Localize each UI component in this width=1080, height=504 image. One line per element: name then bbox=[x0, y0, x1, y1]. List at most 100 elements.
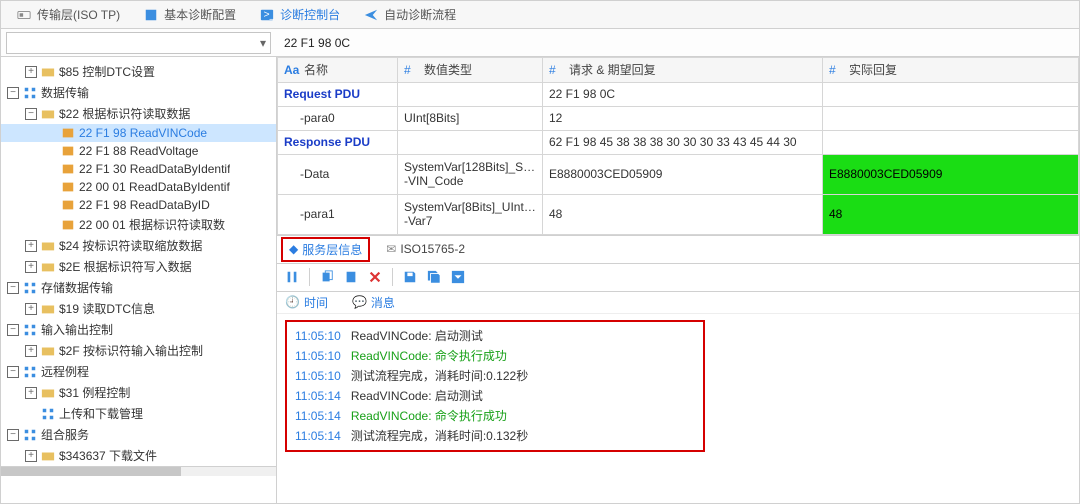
log-line[interactable]: 11:05:10 ReadVINCode: 命令执行成功 bbox=[295, 346, 695, 366]
tree-scrollbar-h[interactable] bbox=[1, 466, 276, 476]
tree-node-19[interactable]: +$19 读取DTC信息 bbox=[1, 298, 276, 319]
col-type[interactable]: #数值类型 bbox=[398, 58, 543, 83]
send-icon bbox=[364, 8, 378, 22]
tree-node-store[interactable]: −存储数据传输 bbox=[1, 277, 276, 298]
tab-transport[interactable]: 传输层(ISO TP) bbox=[5, 1, 132, 28]
folder-icon bbox=[41, 65, 55, 79]
tab-label: 传输层(ISO TP) bbox=[37, 6, 120, 23]
clock-icon: 🕘 bbox=[285, 295, 300, 309]
paste-button[interactable] bbox=[340, 266, 362, 288]
tree-node-voltage[interactable]: 22 F1 88 ReadVoltage bbox=[1, 142, 276, 160]
tree-node-byid-cn[interactable]: 22 00 01 根据标识符读取数 bbox=[1, 214, 276, 235]
folder-icon bbox=[41, 449, 55, 463]
tab-diag-console[interactable]: >_ 诊断控制台 bbox=[248, 1, 352, 28]
item-icon bbox=[61, 218, 75, 232]
col-name[interactable]: Aa名称 bbox=[278, 58, 398, 83]
pdu-table: Aa名称 #数值类型 #请求 & 期望回复 #实际回复 Request PDU2… bbox=[277, 57, 1079, 235]
log-line[interactable]: 11:05:10 ReadVINCode: 启动测试 bbox=[295, 326, 695, 346]
tree-label: 22 F1 98 ReadDataByID bbox=[79, 198, 210, 212]
num-icon: # bbox=[549, 63, 565, 79]
tree-label: $22 根据标识符读取数据 bbox=[59, 105, 190, 122]
module-icon bbox=[23, 365, 37, 379]
tree-node-dlfile[interactable]: +$343637 下载文件 bbox=[1, 445, 276, 466]
log-line[interactable]: 11:05:14 ReadVINCode: 命令执行成功 bbox=[295, 406, 695, 426]
tab-label: 诊断控制台 bbox=[280, 6, 340, 23]
dropdown-button[interactable] bbox=[447, 266, 469, 288]
chevron-down-icon: ▾ bbox=[260, 36, 266, 50]
tree-label: 22 F1 88 ReadVoltage bbox=[79, 144, 198, 158]
service-tree[interactable]: +$85 控制DTC设置 −数据传输 −$22 根据标识符读取数据 22 F1 … bbox=[1, 57, 277, 503]
log-output[interactable]: 11:05:10 ReadVINCode: 启动测试11:05:10 ReadV… bbox=[277, 314, 1079, 503]
subtab-iso15765[interactable]: ✉ISO15765-2 bbox=[380, 240, 471, 258]
tree-node-rdbi-2[interactable]: 22 00 01 ReadDataByIdentif bbox=[1, 178, 276, 196]
tree-node-rdbi-1[interactable]: 22 F1 30 ReadDataByIdentif bbox=[1, 160, 276, 178]
command-select[interactable]: ▾ bbox=[6, 32, 271, 54]
tree-node-remote[interactable]: −远程例程 bbox=[1, 361, 276, 382]
tree-node-updown[interactable]: 上传和下载管理 bbox=[1, 403, 276, 424]
log-col-msg: 消息 bbox=[371, 294, 395, 311]
module-icon bbox=[23, 281, 37, 295]
message-icon: 💬 bbox=[352, 295, 367, 309]
config-icon bbox=[144, 8, 158, 22]
row-request-pdu[interactable]: Request PDU22 F1 98 0C bbox=[278, 82, 1079, 106]
mail-icon: ✉ bbox=[386, 242, 396, 256]
delete-button[interactable] bbox=[364, 266, 386, 288]
tree-label: 22 F1 30 ReadDataByIdentif bbox=[79, 162, 230, 176]
module-icon bbox=[23, 86, 37, 100]
tree-label: 远程例程 bbox=[41, 363, 89, 380]
tree-node-vin-code[interactable]: 22 F1 98 ReadVINCode bbox=[1, 124, 276, 142]
tree-label: $343637 下载文件 bbox=[59, 447, 157, 464]
row-response-pdu[interactable]: Response PDU62 F1 98 45 38 38 38 30 30 3… bbox=[278, 130, 1079, 154]
col-req[interactable]: #请求 & 期望回复 bbox=[543, 58, 823, 83]
tree-label: $19 读取DTC信息 bbox=[59, 300, 155, 317]
tab-auto-diag[interactable]: 自动诊断流程 bbox=[352, 1, 468, 28]
item-icon bbox=[61, 162, 75, 176]
tree-node-byid[interactable]: 22 F1 98 ReadDataByID bbox=[1, 196, 276, 214]
tree-node-31[interactable]: +$31 例程控制 bbox=[1, 382, 276, 403]
text-icon: Aa bbox=[284, 63, 300, 79]
tree-node-combo[interactable]: −组合服务 bbox=[1, 424, 276, 445]
diamond-icon: ◆ bbox=[289, 242, 298, 256]
row-para1[interactable]: -para1SystemVar[8Bits]_UInt8Array -Var74… bbox=[278, 194, 1079, 234]
log-line[interactable]: 11:05:10 测试流程完成，消耗时间:0.122秒 bbox=[295, 366, 695, 386]
svg-text:>_: >_ bbox=[264, 8, 275, 20]
save-all-button[interactable] bbox=[423, 266, 445, 288]
tree-label: $2E 根据标识符写入数据 bbox=[59, 258, 192, 275]
tree-node-85[interactable]: +$85 控制DTC设置 bbox=[1, 61, 276, 82]
tree-label: $85 控制DTC设置 bbox=[59, 63, 155, 80]
row-data[interactable]: -DataSystemVar[128Bits]_String -VIN_Code… bbox=[278, 154, 1079, 194]
item-icon bbox=[61, 180, 75, 194]
top-tab-bar: 传输层(ISO TP) 基本诊断配置 >_ 诊断控制台 自动诊断流程 bbox=[1, 1, 1079, 29]
log-line[interactable]: 11:05:14 ReadVINCode: 启动测试 bbox=[295, 386, 695, 406]
num-icon: # bbox=[829, 63, 845, 79]
item-icon bbox=[61, 126, 75, 140]
subtab-service-info[interactable]: ◆服务层信息 bbox=[281, 237, 370, 262]
save-button[interactable] bbox=[399, 266, 421, 288]
transport-icon bbox=[17, 8, 31, 22]
num-icon: # bbox=[404, 63, 420, 79]
tree-label: 数据传输 bbox=[41, 84, 89, 101]
tree-node-22[interactable]: −$22 根据标识符读取数据 bbox=[1, 103, 276, 124]
row-para0[interactable]: -para0UInt[8Bits]12 bbox=[278, 106, 1079, 130]
pause-button[interactable] bbox=[281, 266, 303, 288]
tab-label: 基本诊断配置 bbox=[164, 6, 236, 23]
log-line[interactable]: 11:05:14 测试流程完成，消耗时间:0.132秒 bbox=[295, 426, 695, 446]
console-icon: >_ bbox=[260, 8, 274, 22]
folder-icon bbox=[41, 302, 55, 316]
tree-node-2e[interactable]: +$2E 根据标识符写入数据 bbox=[1, 256, 276, 277]
tab-basic-config[interactable]: 基本诊断配置 bbox=[132, 1, 248, 28]
col-rsp[interactable]: #实际回复 bbox=[823, 58, 1079, 83]
folder-icon bbox=[41, 107, 55, 121]
tree-label: 存储数据传输 bbox=[41, 279, 113, 296]
tree-label: 22 00 01 根据标识符读取数 bbox=[79, 216, 225, 233]
tree-node-io[interactable]: −输入输出控制 bbox=[1, 319, 276, 340]
tree-label: $2F 按标识符输入输出控制 bbox=[59, 342, 203, 359]
folder-icon bbox=[41, 344, 55, 358]
tree-node-2f[interactable]: +$2F 按标识符输入输出控制 bbox=[1, 340, 276, 361]
command-row: ▾ 22 F1 98 0C bbox=[1, 29, 1079, 57]
tree-label: 上传和下载管理 bbox=[59, 405, 143, 422]
tree-node-data-transfer[interactable]: −数据传输 bbox=[1, 82, 276, 103]
module-icon bbox=[23, 323, 37, 337]
tree-node-24[interactable]: +$24 按标识符读取缩放数据 bbox=[1, 235, 276, 256]
copy-button[interactable] bbox=[316, 266, 338, 288]
